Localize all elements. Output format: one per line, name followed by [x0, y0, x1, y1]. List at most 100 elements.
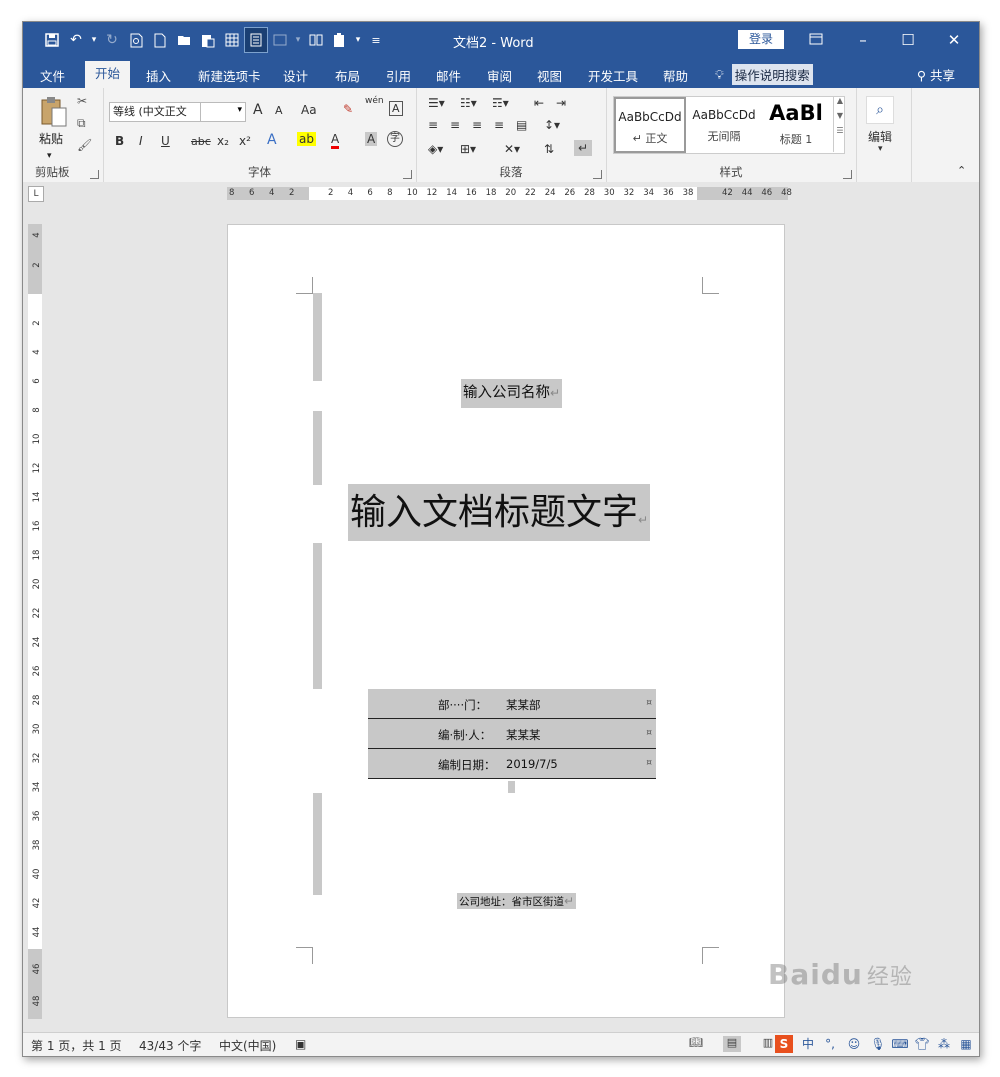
- clear-format-icon[interactable]: ✎: [343, 102, 353, 116]
- show-marks-icon[interactable]: ↵: [574, 140, 593, 156]
- font-size-select[interactable]: ▾: [200, 102, 246, 122]
- numbering-icon[interactable]: ☷▾: [460, 96, 477, 110]
- macro-record-icon[interactable]: ▣: [295, 1037, 306, 1051]
- company-name-field[interactable]: 输入公司名称↵: [461, 379, 563, 408]
- undo-dropdown-icon[interactable]: ▾: [89, 28, 99, 52]
- text-effects-icon[interactable]: A: [267, 132, 277, 148]
- distributed-icon[interactable]: ▤: [516, 118, 527, 132]
- maximize-icon[interactable]: ☐: [893, 28, 923, 52]
- align-center-icon[interactable]: ≡: [450, 118, 460, 132]
- ime-punctuation-icon[interactable]: °,: [821, 1035, 839, 1053]
- clipboard-launcher-icon[interactable]: [90, 170, 99, 179]
- tab-insert[interactable]: 插入: [146, 66, 171, 85]
- page-count[interactable]: 第 1 页，共 1 页: [31, 1037, 122, 1054]
- format-painter-icon[interactable]: 🖌︎: [77, 138, 93, 154]
- ime-grid-icon[interactable]: ▦: [957, 1035, 975, 1053]
- minimize-icon[interactable]: –: [848, 28, 878, 52]
- word-count[interactable]: 43/43 个字: [139, 1037, 201, 1054]
- tab-layout[interactable]: 布局: [335, 66, 360, 85]
- login-button[interactable]: 登录: [738, 30, 784, 49]
- tab-design[interactable]: 设计: [283, 66, 308, 85]
- ime-toolbox-icon[interactable]: ⁂: [935, 1035, 953, 1053]
- grow-font-button[interactable]: A: [253, 102, 263, 118]
- save-icon[interactable]: [41, 28, 63, 52]
- bullets-icon[interactable]: ☰▾: [428, 96, 445, 110]
- cut-icon[interactable]: ✂: [77, 94, 93, 110]
- char-border-icon[interactable]: A: [389, 101, 403, 116]
- strikethrough-button[interactable]: abc: [191, 135, 211, 148]
- row-value[interactable]: 某某部: [506, 697, 541, 713]
- address-field[interactable]: 公司地址：省市区街道↵: [457, 893, 577, 909]
- ime-keyboard-icon[interactable]: ⌨: [891, 1035, 909, 1053]
- sort-icon[interactable]: ⇅: [544, 142, 554, 156]
- font-name-select[interactable]: 等线 (中文正文: [109, 102, 204, 122]
- tell-me[interactable]: 💡︎ 操作说明搜索: [715, 64, 813, 85]
- style-no-spacing[interactable]: AaBbCcDd 无间隔: [688, 97, 760, 153]
- change-case-button[interactable]: Aa: [301, 103, 317, 117]
- grid-icon[interactable]: [221, 28, 243, 52]
- editing-button[interactable]: 编辑: [868, 128, 892, 145]
- print-preview-icon[interactable]: [125, 28, 147, 52]
- align-right-icon[interactable]: ≡: [472, 118, 482, 132]
- document-title-field[interactable]: 输入文档标题文字↵: [348, 484, 651, 541]
- tell-me-input[interactable]: 操作说明搜索: [731, 64, 813, 85]
- close-icon[interactable]: ✕: [939, 28, 969, 52]
- enclosed-char-icon[interactable]: 字: [387, 131, 403, 147]
- tab-mailings[interactable]: 邮件: [436, 66, 461, 85]
- styles-launcher-icon[interactable]: [843, 170, 852, 179]
- redo-icon[interactable]: ↻: [101, 28, 123, 52]
- new-doc-icon[interactable]: [149, 28, 171, 52]
- tab-help[interactable]: 帮助: [663, 66, 688, 85]
- char-shading-icon[interactable]: A: [365, 132, 378, 146]
- share-button[interactable]: ⚲ 共享: [917, 65, 955, 84]
- tab-home[interactable]: 开始: [85, 61, 131, 88]
- ime-chinese-icon[interactable]: 中: [799, 1035, 817, 1053]
- columns-icon[interactable]: [305, 28, 327, 52]
- highlight-icon[interactable]: ab: [297, 132, 316, 146]
- search-icon[interactable]: ⌕: [866, 96, 894, 124]
- clipboard-icon[interactable]: [329, 28, 351, 52]
- read-mode-icon[interactable]: [244, 27, 268, 53]
- paste-special-icon[interactable]: [197, 28, 219, 52]
- image-icon[interactable]: [269, 28, 291, 52]
- styles-scroll[interactable]: ▲ ▼ ☰: [833, 96, 846, 152]
- increase-indent-icon[interactable]: ⇥: [556, 96, 566, 110]
- tab-view[interactable]: 视图: [537, 66, 562, 85]
- superscript-button[interactable]: x²: [239, 134, 251, 148]
- tab-references[interactable]: 引用: [386, 66, 411, 85]
- collapse-ribbon-icon[interactable]: ⌃: [957, 164, 966, 177]
- undo-icon[interactable]: ↶: [65, 28, 87, 52]
- copy-icon[interactable]: ⧉: [77, 116, 93, 132]
- ime-voice-icon[interactable]: 🎙︎: [869, 1035, 887, 1053]
- shrink-font-button[interactable]: A: [275, 104, 283, 117]
- tab-new-tab[interactable]: 新建选项卡: [198, 66, 261, 85]
- info-table[interactable]: 部····门： 某某部 ¤ 编·制·人： 某某某 ¤ 编制日期： 2019/7/…: [368, 689, 656, 779]
- paste-icon[interactable]: [39, 96, 69, 127]
- row-value[interactable]: 某某某: [506, 727, 541, 743]
- underline-button[interactable]: U: [161, 134, 170, 148]
- font-launcher-icon[interactable]: [403, 170, 412, 179]
- editing-dropdown-icon[interactable]: ▾: [878, 144, 883, 154]
- line-spacing-icon[interactable]: ↕▾: [544, 118, 560, 132]
- decrease-indent-icon[interactable]: ⇤: [534, 96, 544, 110]
- bold-button[interactable]: B: [115, 134, 124, 148]
- customize-icon[interactable]: ≡: [365, 28, 387, 52]
- table-row[interactable]: 部····门： 某某部 ¤: [368, 689, 656, 719]
- align-left-icon[interactable]: ≡: [428, 118, 438, 132]
- ime-emoji-icon[interactable]: ☺: [845, 1035, 863, 1053]
- multilevel-list-icon[interactable]: ☶▾: [492, 96, 509, 110]
- open-icon[interactable]: [173, 28, 195, 52]
- tab-file[interactable]: 文件: [40, 66, 65, 85]
- document-page[interactable]: 输入公司名称↵ 输入文档标题文字↵ 部····门： 某某部 ¤ 编·制·人： 某…: [227, 224, 785, 1018]
- ribbon-display-icon[interactable]: [801, 28, 831, 52]
- phonetic-guide-button[interactable]: wén: [365, 96, 384, 106]
- table-row[interactable]: 编·制·人： 某某某 ¤: [368, 719, 656, 749]
- italic-button[interactable]: I: [139, 134, 143, 148]
- paste-button[interactable]: 粘贴 ▾: [39, 130, 63, 161]
- table-row[interactable]: 编制日期： 2019/7/5 ¤: [368, 749, 656, 779]
- image-dropdown-icon[interactable]: ▾: [293, 28, 303, 52]
- tab-review[interactable]: 审阅: [487, 66, 512, 85]
- horizontal-ruler[interactable]: 8 6 4 2 2 4 6 8 10 12 14 16 18 20 22 24 26 28 30 32 34 36 38 42…: [227, 187, 792, 200]
- tab-developer[interactable]: 开发工具: [588, 66, 638, 85]
- print-layout-view-icon[interactable]: ▤: [723, 1036, 741, 1052]
